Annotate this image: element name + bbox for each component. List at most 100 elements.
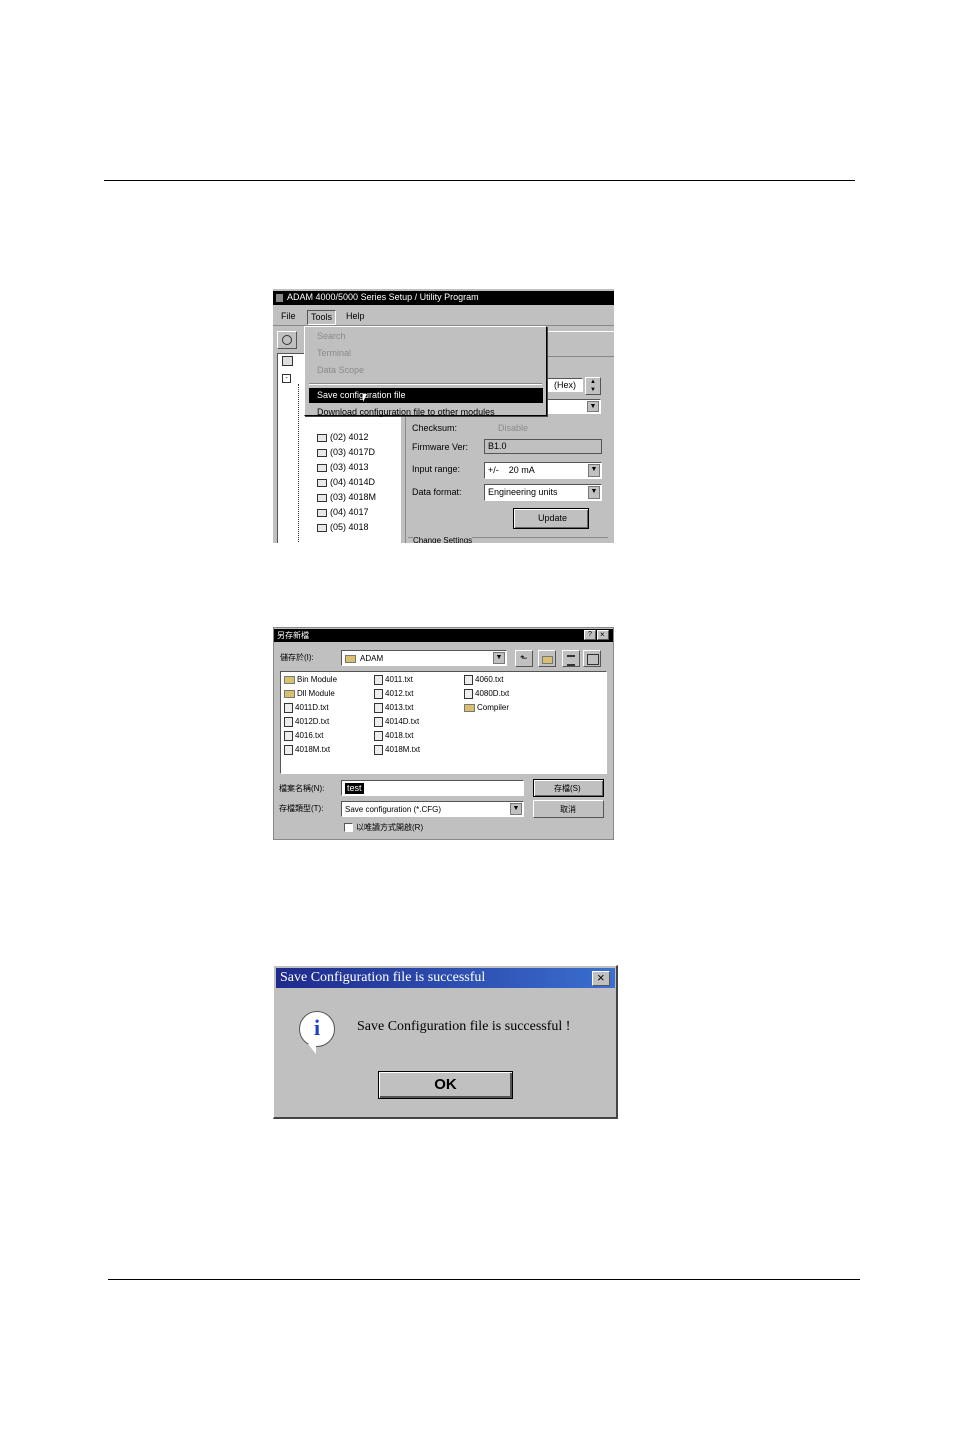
file-icon [374,702,383,713]
readonly-checkbox[interactable] [344,823,353,832]
data-format-select[interactable]: Engineering units ▼ [484,484,602,501]
file-item[interactable]: Compiler [464,702,509,713]
address-field[interactable]: (Hex) [543,378,583,392]
cancel-button[interactable]: 取消 [533,800,604,818]
filename-value: test [345,783,364,794]
file-item[interactable]: 4012.txt [374,688,413,699]
list-view-button[interactable] [562,650,580,667]
file-item-label: Compiler [477,703,510,712]
file-icon [284,730,293,741]
file-item[interactable]: 4012D.txt [284,716,329,727]
utility-titlebar: ADAM 4000/5000 Series Setup / Utility Pr… [273,291,614,305]
app-icon [276,293,283,302]
save-in-label: 儲存於(I): [280,653,314,662]
help-button[interactable]: ? [584,630,596,640]
menu-item-data-scope[interactable]: Data Scope [317,365,364,376]
baud-combo[interactable]: ▼ [543,399,601,414]
tree-item[interactable]: (04) 4017 [317,507,369,518]
tree-item[interactable]: (02) 4012 [317,432,369,443]
file-item[interactable]: 4014D.txt [374,716,419,727]
file-item-label: 4011D.txt [295,703,329,712]
menu-item-save-configuration-label: Save configuration file [317,390,406,400]
window-title: ADAM 4000/5000 Series Setup / Utility Pr… [287,292,479,302]
file-item-label: 4060.txt [475,675,504,684]
save-button[interactable]: 存檔(S) [533,779,604,797]
change-settings-label: Change Settings [413,535,473,543]
details-view-button[interactable] [583,650,601,667]
save-as-title: 另存新檔 [277,631,309,640]
tree-item[interactable]: (04) 4014D [317,477,375,488]
file-item[interactable]: Bin Module [284,674,337,685]
filetype-combo[interactable]: Save configuration (*.CFG) ▼ [341,801,524,817]
file-icon [374,744,383,755]
up-folder-icon: ⬑ [520,653,528,663]
tree-item[interactable]: (05) 4018 [317,522,369,533]
new-folder-button[interactable] [538,650,556,667]
file-item[interactable]: Dll Module [284,688,335,699]
mouse-cursor-icon [363,394,367,402]
file-item-label: 4080D.txt [475,689,510,698]
file-item-label: 4014D.txt [385,717,420,726]
file-icon [464,688,473,699]
close-icon: × [600,630,605,639]
tree-item[interactable]: (03) 4018M [317,492,376,503]
menu-help[interactable]: Help [346,311,365,322]
input-range-select[interactable]: +/- 20 mA ▼ [484,462,602,479]
hex-label: (Hex) [554,380,576,390]
input-range-value: +/- 20 mA [488,465,535,475]
file-item[interactable]: 4018M.txt [284,744,330,755]
file-icon [284,744,293,755]
tree-item[interactable]: (03) 4017D [317,447,375,458]
file-icon [284,716,293,727]
file-icon [374,688,383,699]
toolbar-button[interactable] [277,331,297,349]
module-icon [317,478,327,487]
menu-item-search[interactable]: Search [317,331,346,342]
menu-tools[interactable]: Tools [307,310,337,325]
success-dialog: Save Configuration file is successful × … [273,965,618,1119]
module-icon [317,448,327,457]
file-item-label: 4012D.txt [295,717,330,726]
update-button[interactable]: Update [513,508,589,529]
file-item[interactable]: 4080D.txt [464,688,509,699]
menu-item-download-configuration[interactable]: Download configuration file to other mod… [317,407,495,418]
folder-icon [284,675,295,684]
menu-item-terminal[interactable]: Terminal [317,348,351,359]
file-item-label: 4012.txt [385,689,414,698]
module-icon [317,508,327,517]
file-item[interactable]: 4011D.txt [284,702,329,713]
file-item[interactable]: 4018M.txt [374,744,420,755]
readonly-label: 以唯讀方式開啟(R) [356,823,424,832]
dialog-close-button[interactable]: × [592,970,610,986]
save-in-combo[interactable]: ADAM ▼ [341,650,507,666]
file-item[interactable]: 4013.txt [374,702,413,713]
firmware-label: Firmware Ver: [412,442,469,452]
menu-file[interactable]: File [281,311,296,322]
up-folder-button[interactable]: ⬑ [515,650,533,667]
file-item[interactable]: 4016.txt [284,730,323,741]
tree-item[interactable]: (03) 4013 [317,462,369,473]
file-item[interactable]: 4011.txt [374,674,413,685]
close-button[interactable]: × [597,630,609,640]
chevron-down-icon: ▼ [588,486,600,499]
folder-icon [345,655,356,663]
file-item[interactable]: 4060.txt [464,674,503,685]
success-message: Save Configuration file is successful ! [357,1019,571,1034]
ok-button[interactable]: OK [378,1071,513,1099]
menu-item-save-configuration[interactable]: Save configuration file [309,388,543,403]
filename-input[interactable]: test [341,780,524,796]
file-icon [374,674,383,685]
firmware-value: B1.0 [488,441,507,451]
file-item-label: 4018.txt [385,731,414,740]
input-range-label: Input range: [412,464,461,474]
chevron-down-icon: ▼ [510,803,522,815]
file-item-label: Dll Module [297,689,335,698]
file-item[interactable]: 4018.txt [374,730,413,741]
file-item-label: 4018M.txt [385,745,421,754]
file-list[interactable]: Bin Module 4011.txt 4060.txt Dll Module 4012… [280,671,607,774]
success-title: Save Configuration file is successful [280,970,486,985]
folder-icon [284,689,295,698]
hex-spin-button[interactable]: ▲ ▼ [585,377,601,395]
save-as-dialog: 另存新檔 ? × 儲存於(I): ADAM ▼ ⬑ Bin Module 4011… [273,627,614,840]
tree-collapse-icon: - [282,374,291,383]
